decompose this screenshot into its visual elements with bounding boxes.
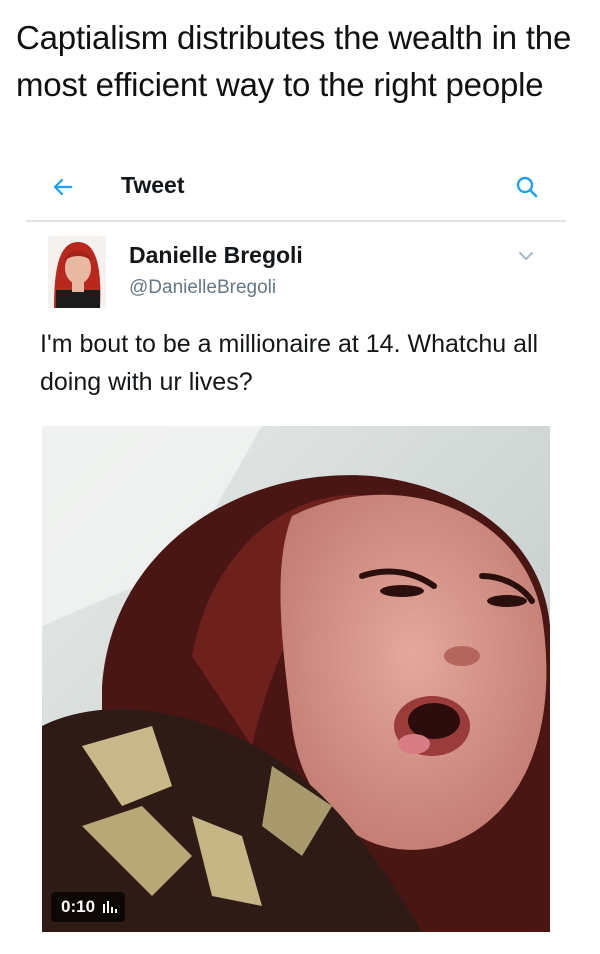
tweet-card: Tweet Danielle Bregoli @DanielleBregoli … — [26, 160, 574, 954]
video-thumbnail[interactable]: 0:10 — [42, 426, 550, 932]
video-duration: 0:10 — [61, 897, 96, 916]
tweet-options-button[interactable] — [516, 246, 536, 266]
search-icon — [516, 176, 538, 198]
chevron-down-icon — [519, 252, 533, 260]
meme-caption: Captialism distributes the wealth in the… — [16, 19, 572, 103]
audio-bars-icon — [103, 901, 118, 913]
avatar[interactable] — [48, 236, 106, 308]
video-duration-badge: 0:10 — [51, 892, 126, 922]
author-handle[interactable]: @DanielleBregoli — [129, 277, 276, 299]
tweet-text: I'm bout to be a millionaire at 14. What… — [40, 330, 539, 396]
search-button[interactable] — [510, 170, 544, 204]
tweet-topbar: Tweet — [26, 160, 566, 222]
profile-photo — [48, 236, 106, 308]
back-button[interactable] — [46, 170, 80, 204]
page-title: Tweet — [121, 172, 185, 198]
arrow-left-icon — [53, 178, 73, 196]
author-name[interactable]: Danielle Bregoli — [129, 242, 303, 269]
video-frame — [42, 426, 550, 932]
